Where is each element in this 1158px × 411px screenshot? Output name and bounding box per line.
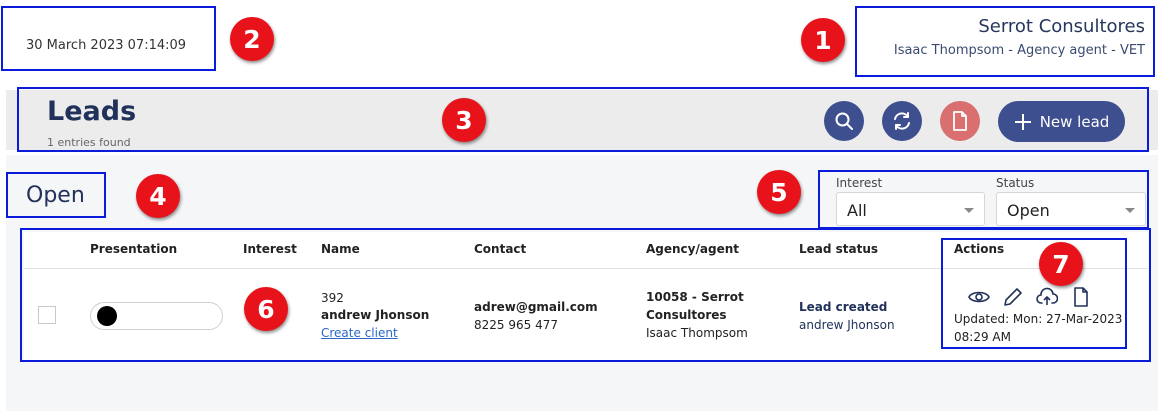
annotation-box-2 [1, 6, 216, 71]
annotation-box-4 [6, 172, 106, 218]
marker-7: 7 [1039, 242, 1083, 286]
marker-2: 2 [230, 17, 274, 61]
page: 30 March 2023 07:14:09 Serrot Consultore… [0, 0, 1158, 411]
annotation-box-1 [855, 6, 1155, 77]
annotation-box-5 [818, 170, 1149, 229]
marker-4: 4 [136, 174, 180, 218]
marker-5: 5 [757, 170, 801, 214]
marker-6: 6 [244, 287, 288, 331]
annotation-box-3 [17, 87, 1149, 152]
annotation-box-7 [941, 238, 1127, 349]
marker-3: 3 [442, 98, 486, 142]
marker-1: 1 [801, 18, 845, 62]
